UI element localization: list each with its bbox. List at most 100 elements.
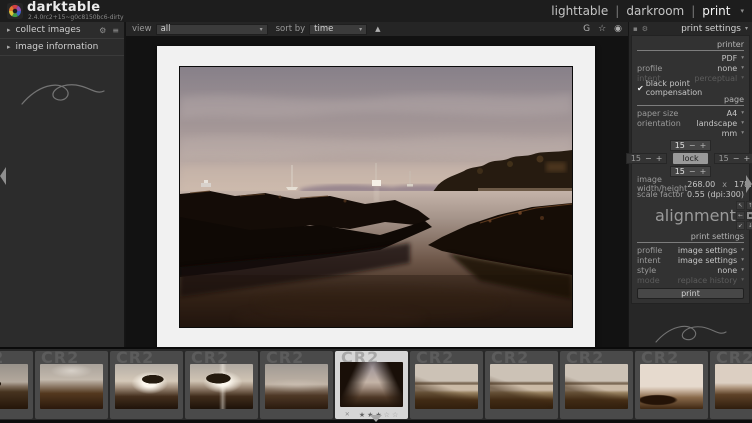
collect-images-label: collect images — [16, 25, 81, 35]
align-left-button[interactable]: ← — [736, 211, 745, 220]
scale-factor-row: scale factor 0.55 (dpi:300) — [637, 189, 744, 199]
align-top-button[interactable]: ↑ — [746, 201, 752, 210]
align-bottom-button[interactable]: ↓ — [746, 221, 752, 230]
app-title: darktable — [27, 0, 100, 15]
minus-icon[interactable]: − — [645, 154, 652, 163]
filmstrip-thumbnail[interactable]: CR2 — [110, 351, 183, 419]
flourish-decoration — [16, 72, 108, 120]
reject-icon[interactable]: ✕ — [345, 411, 350, 418]
orientation-dropdown[interactable]: landscape ▾ — [696, 119, 744, 128]
sort-ascending-icon[interactable]: ▲ — [375, 25, 380, 33]
left-panel: ▸ collect images ⚙ ≡ ▸ image information — [0, 22, 125, 347]
printer-profile-dropdown[interactable]: none ▾ — [717, 64, 744, 73]
filmstrip-thumbnail-selected[interactable]: CR2 ✕ ★ ★ ★ ☆ ☆ — [335, 351, 408, 419]
plus-icon[interactable]: + — [700, 167, 707, 176]
filmstrip-thumbnail[interactable]: CR2 — [485, 351, 558, 419]
gear-icon[interactable]: ⚙ — [642, 25, 648, 33]
minus-icon[interactable]: − — [689, 141, 696, 150]
star-outline-icon[interactable]: ☆ — [384, 411, 390, 419]
collapse-right-panel-arrow[interactable] — [746, 175, 752, 193]
minus-icon[interactable]: − — [733, 154, 740, 163]
chevron-down-icon: ▾ — [741, 55, 744, 61]
printer-dropdown[interactable]: PDF ▾ — [722, 54, 744, 63]
chevron-down-icon: ▾ — [741, 257, 744, 263]
chevron-down-icon: ▾ — [741, 120, 744, 126]
print-preview-canvas — [126, 36, 628, 347]
grouping-icon[interactable]: G — [583, 24, 590, 34]
header-bar: darktable 2.4.0rc2+15~g0c8150bc6-dirty l… — [0, 0, 752, 22]
thumbnail-image — [0, 364, 28, 409]
chevron-down-icon: ▾ — [741, 267, 744, 273]
mode-dropdown[interactable]: replace history ▾ — [678, 276, 744, 285]
app-version: 2.4.0rc2+15~g0c8150bc6-dirty — [28, 14, 124, 21]
orientation-row: orientation landscape ▾ — [637, 118, 744, 128]
print-settings-panel-header[interactable]: ▪ ⚙ print settings ▾ — [629, 22, 752, 35]
chevron-down-icon: ▾ — [741, 110, 744, 116]
lock-margins-button[interactable]: lock — [673, 153, 707, 164]
chevron-down-icon: ▾ — [260, 26, 263, 33]
paper-size-dropdown[interactable]: A4 ▾ — [727, 109, 744, 118]
filmstrip-thumbnail[interactable]: CR2 — [260, 351, 333, 419]
margin-left-value: 15 — [631, 154, 641, 163]
margin-right-spinner[interactable]: 15 − + — [714, 153, 752, 164]
collapse-left-panel-arrow[interactable] — [0, 167, 6, 185]
filmstrip-thumbnail[interactable]: CR2 — [0, 351, 33, 419]
filmstrip: CR2 CR2 CR2 CR2 CR2 CR2 ✕ ★ ★ ★ — [0, 347, 752, 420]
center-area: view all ▾ sort by time ▾ ▲ G ☆ ◉ — [126, 22, 628, 347]
image-width-value: 268.00 — [687, 180, 715, 189]
print-profile-value: image settings — [678, 246, 737, 255]
gear-icon[interactable]: ⚙ — [99, 26, 106, 35]
print-intent-dropdown[interactable]: image settings ▾ — [678, 256, 744, 265]
presets-icon[interactable]: ≡ — [112, 26, 119, 35]
align-top-left-button[interactable]: ↖ — [736, 201, 745, 210]
star-outline-icon[interactable]: ☆ — [392, 411, 398, 419]
chevron-down-icon: ▾ — [741, 65, 744, 71]
chevron-down-icon: ▾ — [741, 130, 744, 136]
margin-top-spinner[interactable]: 15 − + — [670, 140, 712, 151]
style-dropdown[interactable]: none ▾ — [717, 266, 744, 275]
star-icon[interactable]: ★ — [359, 411, 365, 419]
filmstrip-thumbnail[interactable]: CR2 — [35, 351, 108, 419]
margin-left-spinner[interactable]: 15 − + — [626, 153, 668, 164]
align-center-button[interactable]: ▪ — [746, 211, 752, 220]
plus-icon[interactable]: + — [656, 154, 663, 163]
filmstrip-thumbnail[interactable]: CR2 — [185, 351, 258, 419]
alignment-label: alignment — [655, 206, 736, 225]
printer-profile-row: profile none ▾ — [637, 63, 744, 73]
align-bottom-left-button[interactable]: ↙ — [736, 221, 745, 230]
star-overlay-icon[interactable]: ☆ — [598, 24, 606, 34]
black-point-compensation-checkbox[interactable]: ✔ black point compensation — [637, 83, 744, 93]
chevron-down-icon[interactable]: ▾ — [740, 7, 744, 15]
print-profile-dropdown[interactable]: image settings ▾ — [678, 246, 744, 255]
darktable-logo-icon — [7, 3, 23, 19]
view-filter-dropdown[interactable]: all ▾ — [156, 24, 268, 35]
style-label: style — [637, 266, 656, 275]
profile-value: none — [717, 64, 737, 73]
sort-by-dropdown[interactable]: time ▾ — [309, 24, 367, 35]
expander-icon: ▸ — [7, 43, 11, 51]
color-label-icon[interactable]: ◉ — [614, 24, 622, 34]
collapse-bottom-panel-arrow[interactable] — [370, 415, 382, 422]
print-intent-value: image settings — [678, 256, 737, 265]
dimensions-separator: x — [722, 180, 727, 189]
filmstrip-thumbnail[interactable]: CR2 — [410, 351, 483, 419]
collect-images-module[interactable]: ▸ collect images ⚙ ≡ — [0, 22, 124, 39]
mode-row: mode replace history ▾ — [637, 275, 744, 285]
view-lighttable[interactable]: lighttable — [551, 4, 608, 18]
orientation-value: landscape — [696, 119, 737, 128]
print-button[interactable]: print — [637, 288, 744, 299]
filmstrip-thumbnail[interactable]: CR2 — [710, 351, 752, 419]
thumbnail-image — [565, 364, 628, 409]
image-information-module[interactable]: ▸ image information — [0, 39, 124, 56]
minus-icon[interactable]: − — [689, 167, 696, 176]
thumbnail-image — [265, 364, 328, 409]
plus-icon[interactable]: + — [743, 154, 750, 163]
dot-icon[interactable]: ▪ — [633, 25, 638, 33]
view-darkroom[interactable]: darkroom — [626, 4, 684, 18]
view-print[interactable]: print — [702, 4, 730, 18]
filmstrip-thumbnail[interactable]: CR2 — [560, 351, 633, 419]
plus-icon[interactable]: + — [700, 141, 707, 150]
thumbnail-image — [490, 364, 553, 409]
filmstrip-thumbnail[interactable]: CR2 — [635, 351, 708, 419]
units-dropdown[interactable]: mm ▾ — [722, 129, 744, 138]
